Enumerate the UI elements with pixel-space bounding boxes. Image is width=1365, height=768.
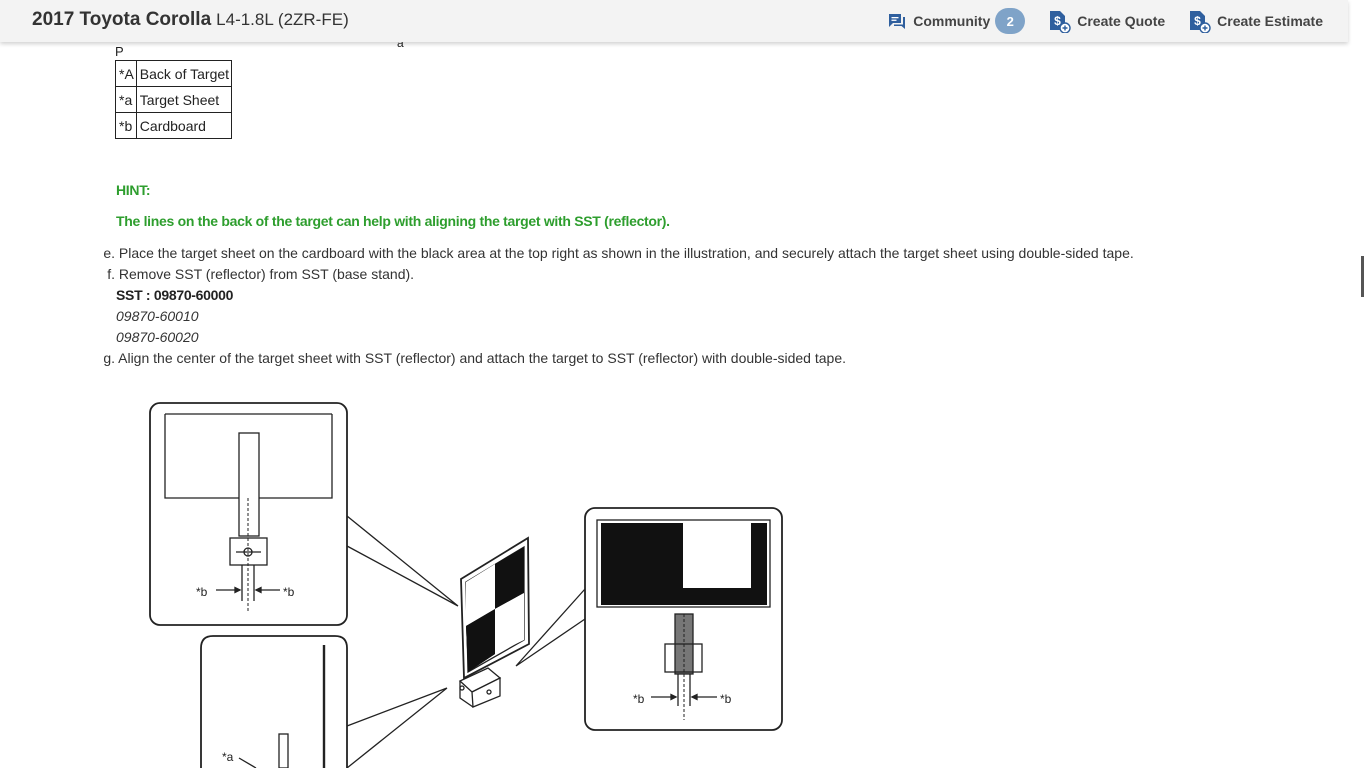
- vehicle-info: 2017 Toyota Corolla L4-1.8L (2ZR-FE): [32, 9, 349, 31]
- page-content: P a *A Back of Target *a Target Sheet *b…: [0, 0, 1348, 768]
- header-actions: Community 2 $ Create Quote $ Create Esti…: [865, 0, 1323, 42]
- part-label: *a: [222, 750, 234, 764]
- target-alignment-illustration: *b *b *b *b *a: [149, 402, 783, 768]
- detail-box-target-side: *a: [200, 635, 348, 768]
- cut-off-label: P: [115, 44, 124, 59]
- step-e: e. Place the target sheet on the cardboa…: [96, 245, 1134, 261]
- step-g: g. Align the center of the target sheet …: [96, 350, 846, 366]
- legend-key: *b: [115, 112, 137, 139]
- dollar-document-add-icon: $: [1047, 9, 1071, 33]
- sst-alt-code: 09870-60010: [116, 308, 199, 324]
- create-estimate-button[interactable]: $ Create Estimate: [1187, 9, 1323, 33]
- dimension-label: *b: [196, 585, 208, 599]
- create-estimate-label: Create Estimate: [1217, 13, 1323, 29]
- create-quote-label: Create Quote: [1077, 13, 1166, 29]
- vehicle-title: 2017 Toyota Corolla: [32, 9, 212, 30]
- hint-heading: HINT:: [116, 182, 151, 198]
- detail-box-reflector-front: *b *b: [149, 402, 348, 626]
- target-on-stand: [458, 536, 530, 708]
- legend-key: *A: [115, 60, 137, 87]
- detail-box-target-sheet: *b *b: [584, 507, 783, 731]
- step-text: Align the center of the target sheet wit…: [118, 350, 846, 366]
- step-marker: g.: [103, 350, 115, 366]
- chat-bubble-icon: [887, 11, 907, 31]
- legend-text: Back of Target: [135, 60, 233, 87]
- legend-row: *A Back of Target: [115, 60, 233, 87]
- step-f: f. Remove SST (reflector) from SST (base…: [96, 266, 414, 282]
- step-text: Place the target sheet on the cardboard …: [118, 245, 1134, 261]
- step-marker: f.: [107, 266, 115, 282]
- legend-key: *a: [115, 86, 137, 113]
- sst-code: SST : 09870-60000: [116, 287, 234, 303]
- step-text: Remove SST (reflector) from SST (base st…: [118, 266, 415, 282]
- legend-table: *A Back of Target *a Target Sheet *b Car…: [115, 60, 233, 139]
- dimension-label: *b: [633, 692, 645, 706]
- sst-alt-code: 09870-60020: [116, 329, 199, 345]
- vehicle-engine: L4-1.8L (2ZR-FE): [216, 10, 349, 29]
- community-button[interactable]: Community 2: [887, 8, 1026, 34]
- legend-row: *a Target Sheet: [115, 86, 233, 113]
- community-count-badge: 2: [995, 8, 1026, 34]
- dollar-document-add-icon: $: [1187, 9, 1211, 33]
- legend-text: Target Sheet: [135, 86, 233, 113]
- create-quote-button[interactable]: $ Create Quote: [1047, 9, 1165, 33]
- step-marker: e.: [103, 245, 115, 261]
- hint-text: The lines on the back of the target can …: [116, 213, 670, 229]
- community-label: Community: [913, 13, 991, 29]
- scrollbar-thumb[interactable]: [1361, 256, 1364, 297]
- app-header: 2017 Toyota Corolla L4-1.8L (2ZR-FE) Com…: [0, 0, 1348, 42]
- legend-text: Cardboard: [135, 112, 233, 139]
- dimension-label: *b: [283, 585, 295, 599]
- legend-row: *b Cardboard: [115, 112, 233, 139]
- dimension-label: *b: [720, 692, 732, 706]
